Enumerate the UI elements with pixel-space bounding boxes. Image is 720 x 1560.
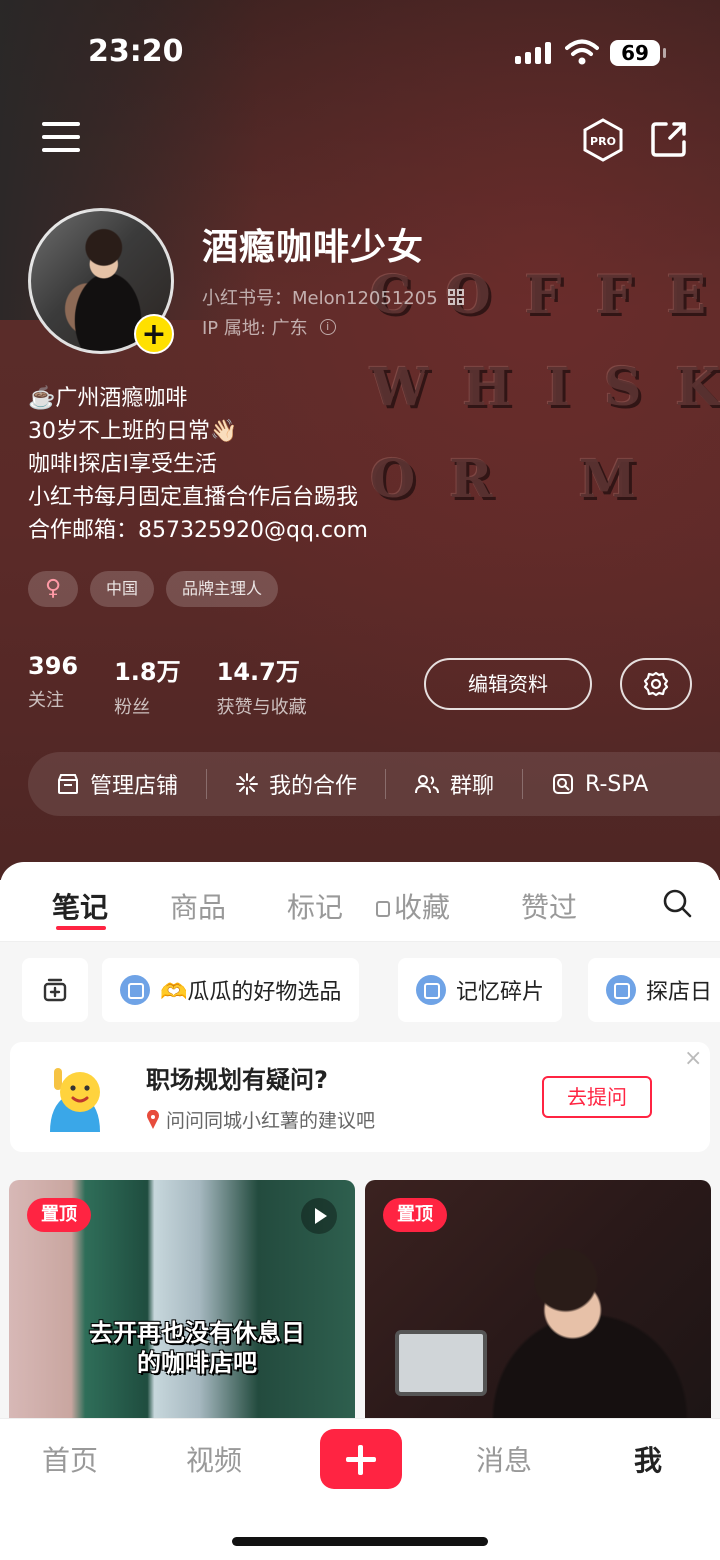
add-avatar-button[interactable]: + xyxy=(134,314,174,354)
tab-liked[interactable]: 赞过 xyxy=(521,886,577,926)
wall-text-line: WHISKY xyxy=(370,357,720,418)
edit-profile-button[interactable]: 编辑资料 xyxy=(424,658,592,710)
stat-value: 14.7万 xyxy=(216,658,300,686)
prompt-subtitle-row: 问问同城小红薯的建议吧 xyxy=(146,1106,375,1133)
home-indicator xyxy=(232,1537,488,1546)
collection-icon xyxy=(416,975,446,1005)
ip-location-text: IP 属地: 广东 xyxy=(202,318,308,339)
service-label: 群聊 xyxy=(450,774,495,799)
gear-icon xyxy=(643,671,669,697)
note-cover-caption: 去开再也没有休息日的咖啡店吧 xyxy=(89,1319,305,1377)
nav-video[interactable]: 视频 xyxy=(186,1439,242,1479)
cellular-signal-icon xyxy=(515,40,551,64)
add-collection-icon xyxy=(43,978,67,1002)
store-icon xyxy=(58,774,78,794)
stat-value: 396 xyxy=(28,652,79,680)
stat-likes-collects[interactable]: 14.7万 获赞与收藏 xyxy=(217,652,307,719)
bio-line: 合作邮箱：857325920@qq.com xyxy=(28,518,368,543)
prompt-title: 职场规划有疑问? xyxy=(146,1066,328,1094)
profile-nickname: 酒瘾咖啡少女 xyxy=(202,227,425,268)
service-my-cooperation[interactable]: 我的合作 xyxy=(206,769,385,799)
nav-me[interactable]: 我 xyxy=(634,1439,662,1479)
battery-icon: 69 xyxy=(610,40,666,66)
settings-button[interactable] xyxy=(620,658,692,710)
close-icon[interactable]: × xyxy=(684,1046,702,1071)
group-icon xyxy=(415,775,440,794)
share-icon[interactable] xyxy=(650,120,688,158)
tab-label: 收藏 xyxy=(394,891,451,924)
nav-messages[interactable]: 消息 xyxy=(476,1439,532,1479)
bottom-nav: 首页 视频 消息 我 xyxy=(0,1418,720,1560)
tab-marks[interactable]: 标记 xyxy=(287,886,343,926)
service-group-chat[interactable]: 群聊 xyxy=(385,769,522,799)
ask-question-button[interactable]: 去提问 xyxy=(542,1076,652,1118)
waving-emoji-icon xyxy=(50,1068,100,1132)
pinned-badge: 置顶 xyxy=(383,1198,447,1232)
service-r-spa[interactable]: R-SPA xyxy=(522,769,676,799)
collection-label: 记忆碎片 xyxy=(456,980,545,1005)
red-id-row: 小红书号：Melon12051205 xyxy=(202,284,464,310)
stat-label: 关注 xyxy=(28,690,64,711)
occupation-tag: 品牌主理人 xyxy=(166,571,279,607)
nav-home[interactable]: 首页 xyxy=(42,1439,98,1479)
r-spa-icon xyxy=(553,774,574,794)
stat-label: 粉丝 xyxy=(114,697,151,718)
profile-stats: 396 关注 1.8万 粉丝 14.7万 获赞与收藏 xyxy=(28,652,307,719)
collection-icon xyxy=(606,975,636,1005)
status-bar: 23:20 69 xyxy=(0,0,720,100)
service-bar: 管理店铺 我的合作 群聊 R-SPA xyxy=(28,752,720,816)
wall-text-line: OR M xyxy=(370,449,671,510)
publish-button[interactable] xyxy=(320,1429,402,1489)
pinned-badge: 置顶 xyxy=(27,1198,91,1232)
search-icon[interactable] xyxy=(662,888,692,918)
tab-collections[interactable]: 收藏 xyxy=(376,886,450,926)
bio-line: ☕️广州酒瘾咖啡 xyxy=(28,386,188,411)
tab-products[interactable]: 商品 xyxy=(170,886,226,926)
sparkle-icon xyxy=(236,773,259,795)
collection-chip[interactable]: 探店日 xyxy=(588,958,720,1022)
note-card[interactable]: 置顶 xyxy=(365,1180,711,1430)
note-card[interactable]: 置顶 去开再也没有休息日的咖啡店吧 xyxy=(9,1180,355,1430)
lock-icon xyxy=(376,901,390,917)
gender-tag: ♀ xyxy=(28,571,78,607)
collection-strip: 🫶瓜瓜的好物选品 记忆碎片 探店日 xyxy=(0,942,720,1042)
stat-following[interactable]: 396 关注 xyxy=(28,652,78,719)
svg-text:PRO: PRO xyxy=(590,135,616,148)
collection-label: 探店日 xyxy=(646,980,713,1005)
service-label: 管理店铺 xyxy=(90,774,179,799)
collection-icon xyxy=(120,975,150,1005)
bio-line: 咖啡I探店I享受生活 xyxy=(28,452,217,477)
stat-followers[interactable]: 1.8万 粉丝 xyxy=(114,652,181,719)
stat-label: 获赞与收藏 xyxy=(216,697,307,718)
prompt-subtitle: 问问同城小红薯的建议吧 xyxy=(166,1110,376,1132)
profile-bio: ☕️广州酒瘾咖啡 30岁不上班的日常👋🏻 咖啡I探店I享受生活 小红书每月固定直… xyxy=(28,382,368,547)
red-id-text: 小红书号：Melon12051205 xyxy=(202,288,438,309)
collection-label: 🫶瓜瓜的好物选品 xyxy=(160,980,342,1005)
new-collection-button[interactable] xyxy=(22,958,88,1022)
active-tab-indicator xyxy=(56,926,106,930)
info-icon[interactable]: i xyxy=(319,319,336,335)
bio-line: 小红书每月固定直播合作后台踢我 xyxy=(28,485,359,510)
collection-chip[interactable]: 🫶瓜瓜的好物选品 xyxy=(102,958,360,1022)
collection-chip[interactable]: 记忆碎片 xyxy=(398,958,563,1022)
menu-icon[interactable] xyxy=(42,122,80,154)
stat-value: 1.8万 xyxy=(114,658,181,686)
location-tag: 中国 xyxy=(90,571,155,607)
bio-line: 30岁不上班的日常👋🏻 xyxy=(28,419,238,444)
ip-location-row: IP 属地: 广东 i xyxy=(202,314,336,340)
service-label: R-SPA xyxy=(585,771,649,797)
wifi-icon xyxy=(565,39,599,65)
qr-code-icon[interactable] xyxy=(447,289,464,305)
profile-tabs: 笔记 商品 标记 收藏 赞过 xyxy=(0,862,720,942)
cover-image-monitor xyxy=(395,1330,487,1396)
service-manage-store[interactable]: 管理店铺 xyxy=(28,769,206,799)
tab-notes[interactable]: 笔记 xyxy=(52,886,108,926)
profile-tags: ♀ 中国 品牌主理人 xyxy=(28,571,279,607)
status-time: 23:20 xyxy=(88,34,184,69)
video-play-icon xyxy=(301,1198,337,1234)
pro-icon[interactable]: PRO xyxy=(582,118,624,162)
service-label: 我的合作 xyxy=(269,774,358,799)
location-pin-icon xyxy=(147,1109,159,1129)
